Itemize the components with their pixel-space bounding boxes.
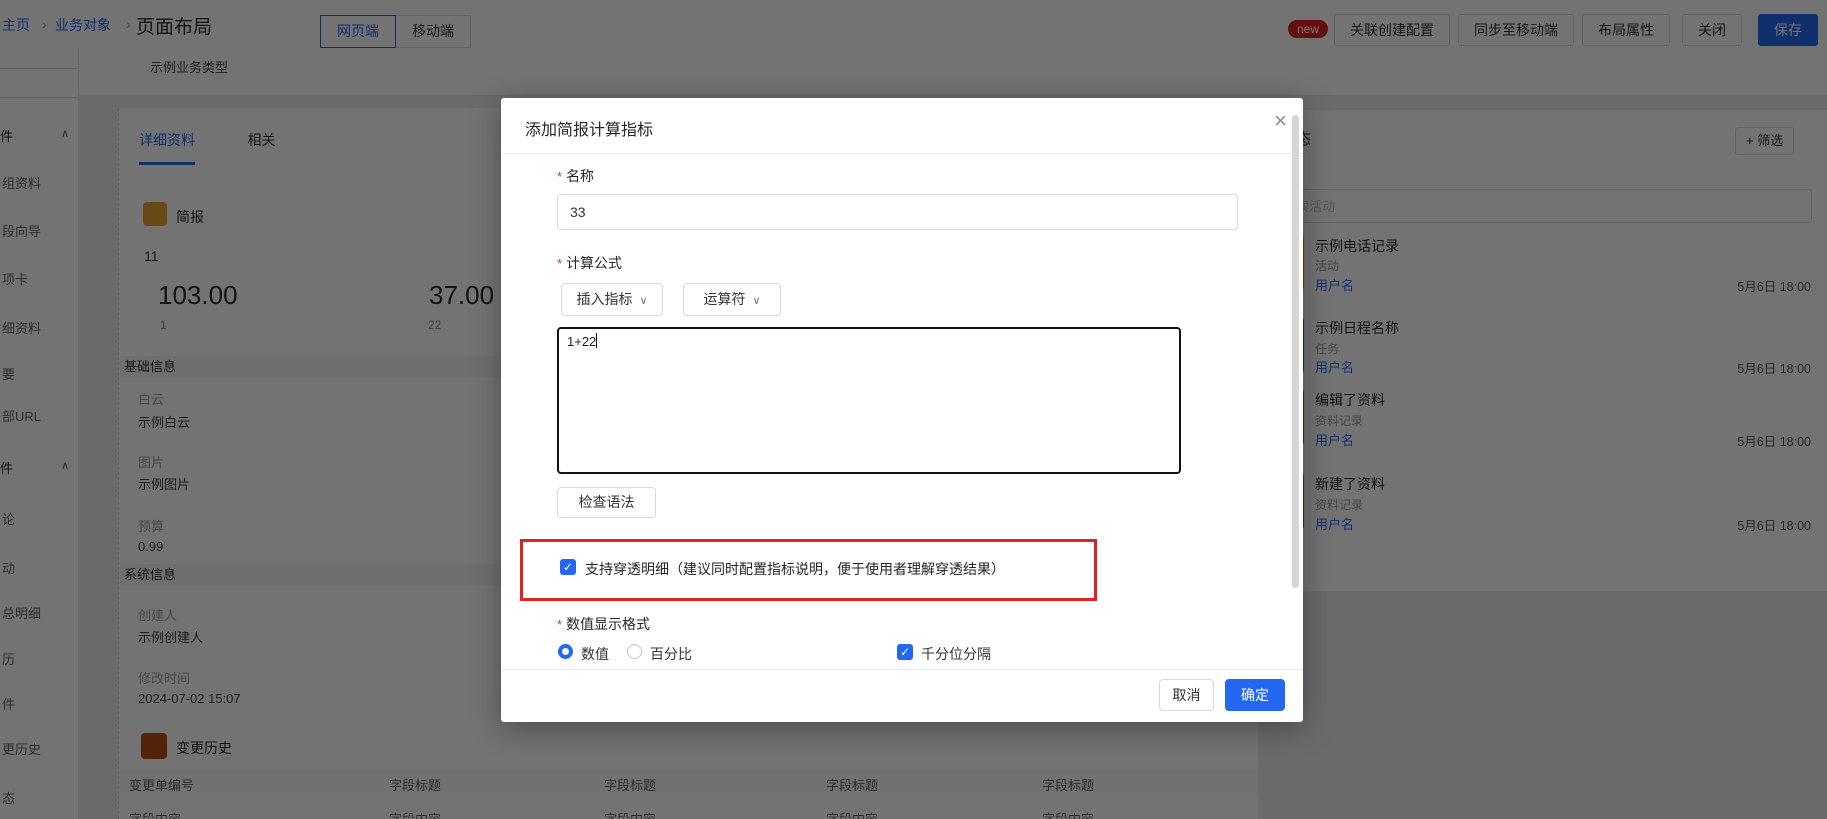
checkmark-icon: ✓ [563,560,573,574]
formula-field-label: *计算公式 [557,253,622,273]
format-field-label: *数值显示格式 [557,614,650,634]
dialog-header-divider [501,153,1303,154]
dialog-scrollbar-thumb[interactable] [1292,115,1299,588]
format-radio-number-label[interactable]: 数值 [581,644,609,664]
dialog-footer-divider [501,669,1303,670]
required-asterisk: * [557,617,562,632]
thousand-separator-checkbox[interactable]: ✓ [897,644,913,660]
formula-text: 1+22 [567,334,596,349]
app-root: 主页 › 业务对象 › 页面布局 网页端移动端 new 关联创建配置 同步至移动… [0,0,1827,819]
checkmark-icon: ✓ [900,645,910,659]
operator-dropdown[interactable]: 运算符∨ [683,283,781,316]
check-syntax-button[interactable]: 检查语法 [557,487,656,518]
required-asterisk: * [557,256,562,271]
chevron-down-icon: ∨ [639,295,647,307]
cancel-button[interactable]: 取消 [1159,679,1214,711]
required-asterisk: * [557,169,562,184]
format-radio-percent[interactable] [627,644,642,659]
confirm-button[interactable]: 确定 [1225,679,1285,711]
insert-metric-dropdown[interactable]: 插入指标∨ [561,283,663,316]
thousand-separator-label[interactable]: 千分位分隔 [921,644,991,664]
format-radio-percent-label[interactable]: 百分比 [650,644,692,664]
chevron-down-icon: ∨ [752,295,760,307]
drill-through-checkbox[interactable]: ✓ [560,559,576,575]
add-briefing-metric-dialog: 添加简报计算指标 × *名称 *计算公式 插入指标∨ 运算符∨ 1+22 检查语… [501,98,1303,722]
name-field-label: *名称 [557,166,594,186]
format-radio-number[interactable] [558,644,573,659]
formula-textarea[interactable]: 1+22 [557,327,1181,474]
name-input[interactable] [557,194,1238,230]
dialog-title: 添加简报计算指标 [525,116,653,140]
drill-through-label: 支持穿透明细（建议同时配置指标说明，便于使用者理解穿透结果） [585,559,1005,579]
text-cursor [596,333,597,348]
close-icon[interactable]: × [1274,110,1287,132]
